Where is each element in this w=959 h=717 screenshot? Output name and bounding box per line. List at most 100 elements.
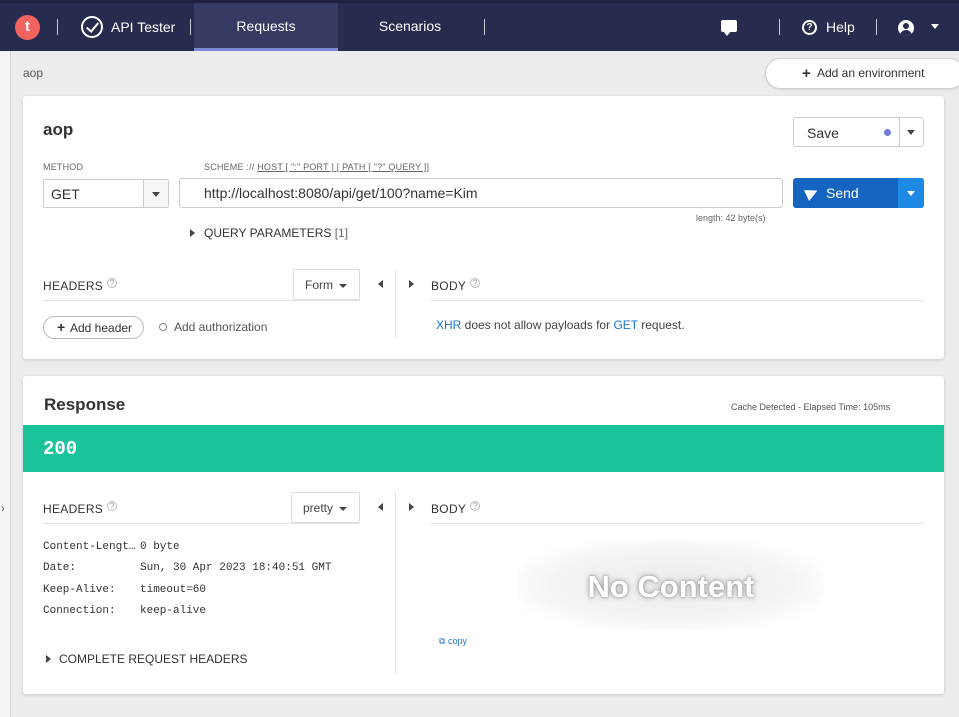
body-title-text: BODY [431, 502, 467, 516]
info-icon[interactable]: ? [470, 278, 481, 288]
save-button[interactable]: Save [793, 117, 924, 147]
complete-request-headers-label: COMPLETE REQUEST HEADERS [59, 652, 248, 666]
check-badge-icon [81, 16, 103, 38]
divider [190, 19, 191, 35]
help-link[interactable]: Help [826, 19, 855, 35]
no-content-placeholder: No Content [518, 540, 824, 630]
query-parameters-toggle[interactable]: QUERY PARAMETERS [1] [190, 226, 348, 240]
add-environment-label: Add an environment [817, 66, 925, 80]
send-options-dropdown[interactable] [898, 178, 924, 208]
header-key: Connection: [43, 605, 116, 617]
status-bar: 200 [23, 425, 944, 472]
info-icon[interactable]: ? [107, 278, 118, 288]
header-row: Connection: keep-alive [43, 605, 206, 617]
add-header-label: Add header [70, 321, 133, 335]
add-environment-button[interactable]: + Add an environment [765, 58, 959, 89]
divider [43, 300, 360, 301]
method-label: METHOD [43, 162, 84, 172]
divider [899, 118, 900, 146]
response-headers-title: HEADERS? [43, 501, 118, 516]
body-note: XHR does not allow payloads for GET requ… [436, 318, 685, 332]
header-key: Content-Lengt… [43, 541, 136, 553]
request-body-title: BODY? [431, 278, 481, 293]
request-name[interactable]: aop [43, 120, 73, 140]
headers-view-select[interactable]: pretty [291, 492, 360, 523]
headers-view-value: pretty [303, 501, 334, 515]
sidebar-collapse-strip[interactable]: › [0, 51, 11, 717]
url-length: length: 42 byte(s) [696, 213, 766, 223]
response-title: Response [44, 395, 126, 414]
chevron-down-icon [339, 284, 347, 288]
chevron-down-icon[interactable] [143, 180, 168, 207]
get-link[interactable]: GET [613, 318, 637, 332]
collapse-right-icon[interactable] [409, 280, 414, 288]
request-panel: aop Save METHOD SCHEME :// HOST [ ":" PO… [23, 96, 944, 359]
info-icon[interactable]: ? [107, 501, 118, 511]
header-key: Keep-Alive: [43, 584, 116, 596]
divider [876, 19, 877, 35]
body-note-mid: does not allow payloads for [461, 318, 614, 332]
add-authorization-label: Add authorization [174, 320, 268, 334]
user-icon[interactable] [898, 20, 914, 36]
body-title-text: BODY [431, 279, 467, 293]
url-input[interactable] [179, 178, 783, 208]
logo-icon[interactable]: t [15, 15, 40, 40]
add-header-button[interactable]: + Add header [43, 316, 144, 339]
scheme-help-link[interactable]: HOST [ ":" PORT ] [ PATH [ "?" QUERY ]] [257, 162, 429, 172]
xhr-link[interactable]: XHR [436, 318, 461, 332]
caret-right-icon [46, 655, 51, 663]
send-plane-icon [804, 185, 820, 201]
send-label: Send [826, 185, 859, 201]
chat-icon[interactable] [721, 20, 737, 36]
collapse-left-icon[interactable] [378, 280, 383, 288]
response-body-title: BODY? [431, 501, 481, 516]
headers-mode-select[interactable]: Form [293, 269, 360, 300]
headers-title-text: HEADERS [43, 502, 104, 516]
divider [395, 492, 396, 674]
send-button[interactable]: Send [793, 178, 924, 208]
status-code: 200 [43, 438, 78, 460]
scheme-hint: SCHEME :// HOST [ ":" PORT ] [ PATH [ "?… [204, 162, 429, 172]
copy-link[interactable]: ⧉ copy [439, 636, 467, 647]
divider [395, 269, 396, 339]
header-value: keep-alive [140, 605, 207, 617]
chevron-down-icon[interactable] [907, 130, 915, 135]
app-title[interactable]: API Tester [111, 19, 175, 35]
breadcrumb: aop [23, 66, 44, 80]
headers-mode-value: Form [305, 278, 333, 292]
divider [43, 523, 360, 524]
top-navigation-bar: t API Tester Requests Scenarios ? Help [0, 0, 959, 51]
plus-icon: + [802, 65, 811, 82]
header-value: Sun, 30 Apr 2023 18:40:51 GMT [140, 562, 332, 574]
query-parameters-label: QUERY PARAMETERS [204, 226, 332, 240]
divider [779, 19, 780, 35]
tab-requests[interactable]: Requests [194, 3, 338, 51]
copy-icon: ⧉ [439, 636, 448, 646]
unsaved-indicator-icon [884, 129, 891, 136]
scheme-prefix: SCHEME :// [204, 162, 258, 172]
divider [484, 19, 485, 35]
request-headers-title: HEADERS? [43, 278, 118, 293]
header-value: timeout=60 [140, 584, 207, 596]
add-authorization-link[interactable]: Add authorization [159, 320, 267, 334]
info-icon[interactable]: ? [470, 501, 481, 511]
caret-right-icon [190, 229, 195, 237]
chevron-down-icon[interactable] [931, 24, 939, 29]
complete-request-headers-toggle[interactable]: COMPLETE REQUEST HEADERS [46, 652, 247, 666]
header-key: Date: [43, 562, 77, 574]
header-value: 0 byte [140, 541, 180, 553]
collapse-left-icon[interactable] [378, 503, 383, 511]
method-select[interactable]: GET [43, 179, 169, 208]
plus-icon: + [57, 319, 66, 335]
collapse-right-icon[interactable] [409, 503, 414, 511]
help-icon[interactable]: ? [802, 20, 817, 35]
header-row: Keep-Alive: timeout=60 [43, 584, 206, 596]
divider [431, 523, 924, 524]
save-label: Save [807, 125, 839, 141]
headers-title-text: HEADERS [43, 279, 104, 293]
chevron-right-icon[interactable]: › [1, 503, 5, 515]
header-row: Content-Lengt… 0 byte [43, 541, 180, 553]
tab-scenarios[interactable]: Scenarios [338, 3, 482, 51]
method-value: GET [51, 186, 80, 202]
body-note-end: request. [637, 318, 685, 332]
